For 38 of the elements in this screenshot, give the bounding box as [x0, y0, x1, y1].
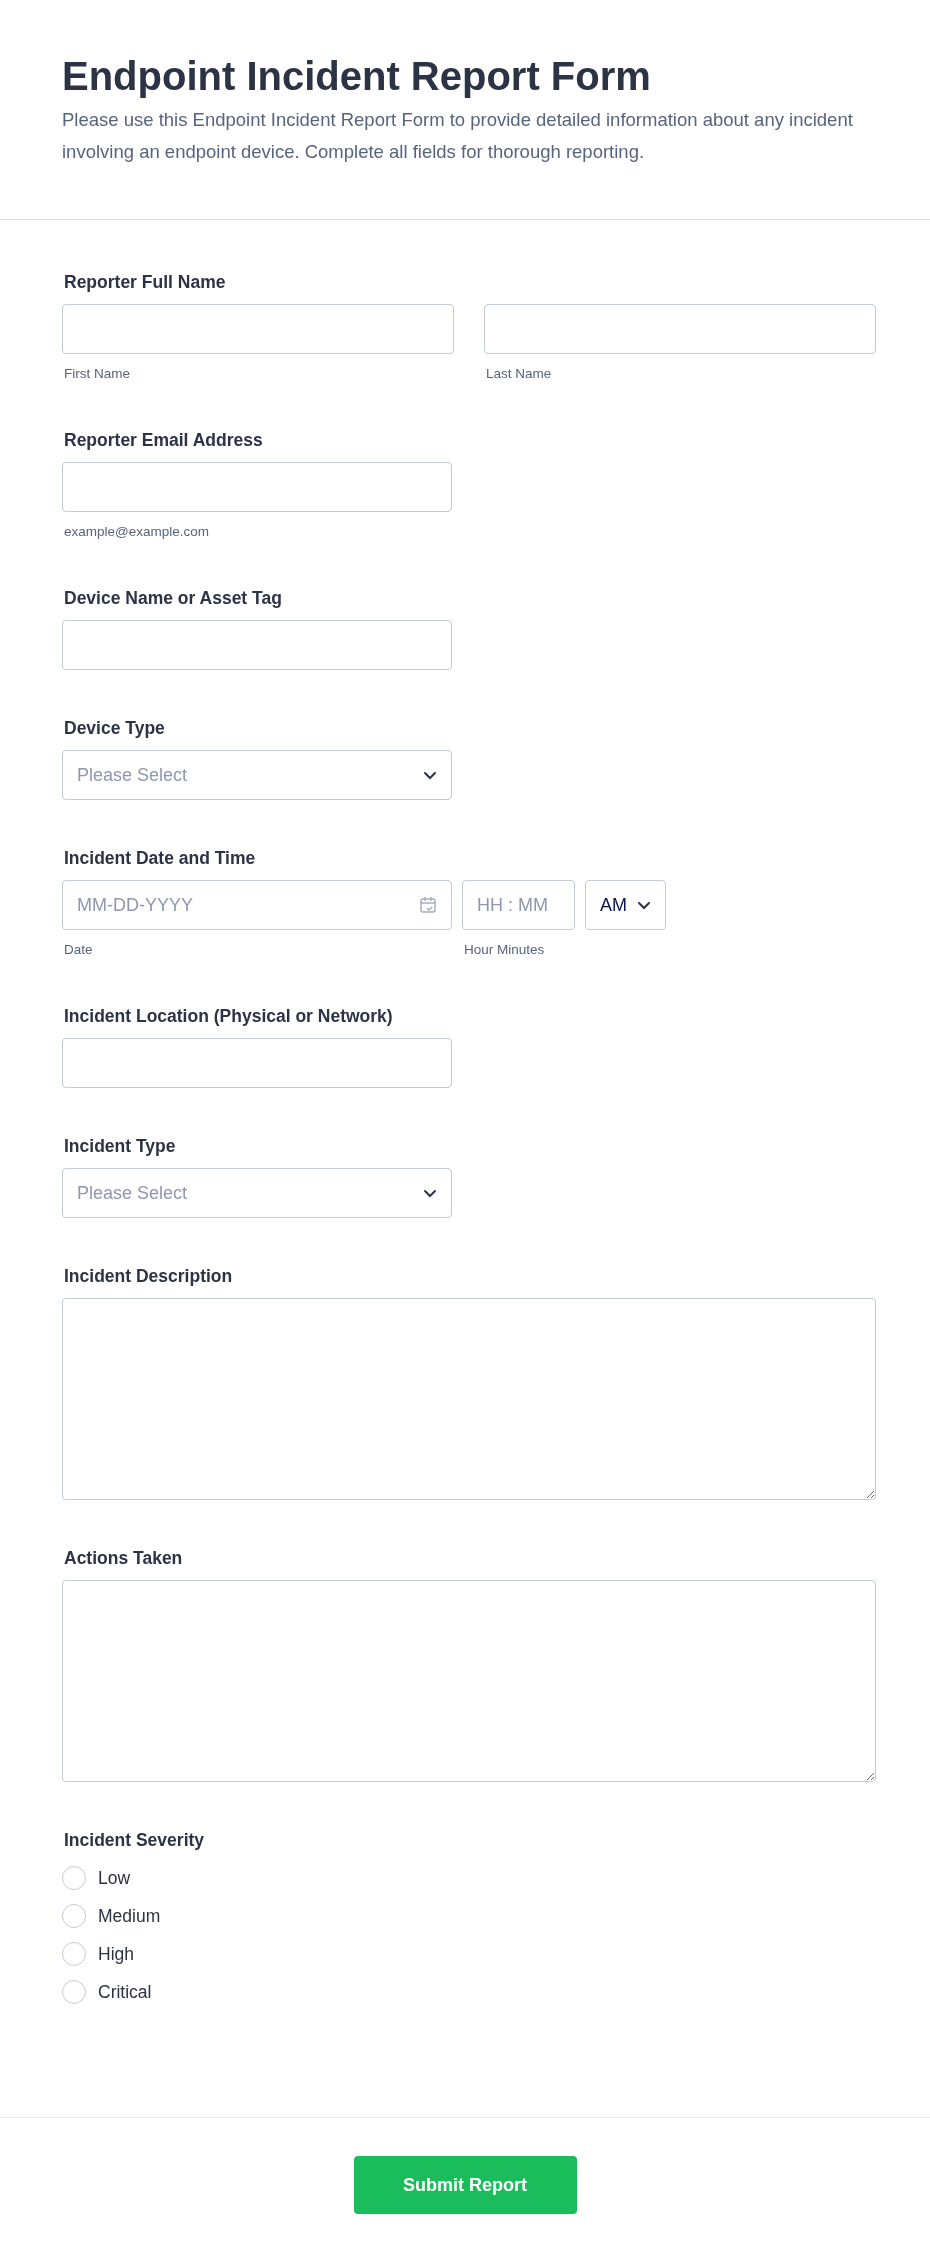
field-label: Actions Taken — [64, 1547, 184, 1570]
dropdown[interactable]: Please Select — [62, 750, 452, 800]
chevron-down-icon — [423, 1188, 437, 1198]
field-sublabel: example@example.com — [64, 524, 210, 540]
time-input[interactable]: HH : MM — [462, 880, 575, 930]
dropdown[interactable]: Please Select — [62, 1168, 452, 1218]
chevron-down-icon — [423, 770, 437, 780]
text-input[interactable] — [62, 1038, 452, 1088]
submit-button[interactable]: Submit Report — [353, 2156, 577, 2214]
text-input[interactable] — [62, 304, 454, 354]
text-input[interactable] — [62, 620, 452, 670]
field-label: Reporter Email Address — [64, 429, 264, 452]
form-title: Endpoint Incident Report Form — [62, 53, 652, 100]
field-sublabel: Last Name — [486, 366, 553, 382]
field-label: Incident Type — [64, 1135, 177, 1158]
field-label: Device Name or Asset Tag — [64, 587, 283, 610]
form-description: Please use this Endpoint Incident Report Form to provide detailed information about any incident involving an endpoint device. Complete all fields for thorough reporting. — [62, 108, 854, 164]
field-sublabel: First Name — [64, 366, 131, 382]
radio-label: Critical — [98, 1981, 152, 2003]
ampm-dropdown[interactable]: AM — [585, 880, 666, 930]
chevron-down-icon — [637, 900, 651, 910]
field-sublabel: Hour Minutes — [464, 942, 546, 958]
field-label: Incident Date and Time — [64, 847, 257, 870]
field-label: Incident Description — [64, 1265, 234, 1288]
field-label: Incident Location (Physical or Network) — [64, 1005, 394, 1028]
field-label: Device Type — [64, 717, 166, 740]
textarea-input[interactable] — [62, 1580, 876, 1782]
text-input[interactable] — [62, 462, 452, 512]
date-input[interactable]: MM-DD-YYYY — [62, 880, 452, 930]
field-sublabel: Date — [64, 942, 94, 958]
text-input[interactable] — [484, 304, 876, 354]
radio-label: Medium — [98, 1905, 161, 1927]
field-label: Incident Severity — [64, 1829, 206, 1852]
calendar-icon — [419, 896, 437, 914]
textarea-input[interactable] — [62, 1298, 876, 1500]
field-label: Reporter Full Name — [64, 271, 227, 294]
radio-label: Low — [98, 1867, 131, 1889]
radio-label: High — [98, 1943, 134, 1965]
